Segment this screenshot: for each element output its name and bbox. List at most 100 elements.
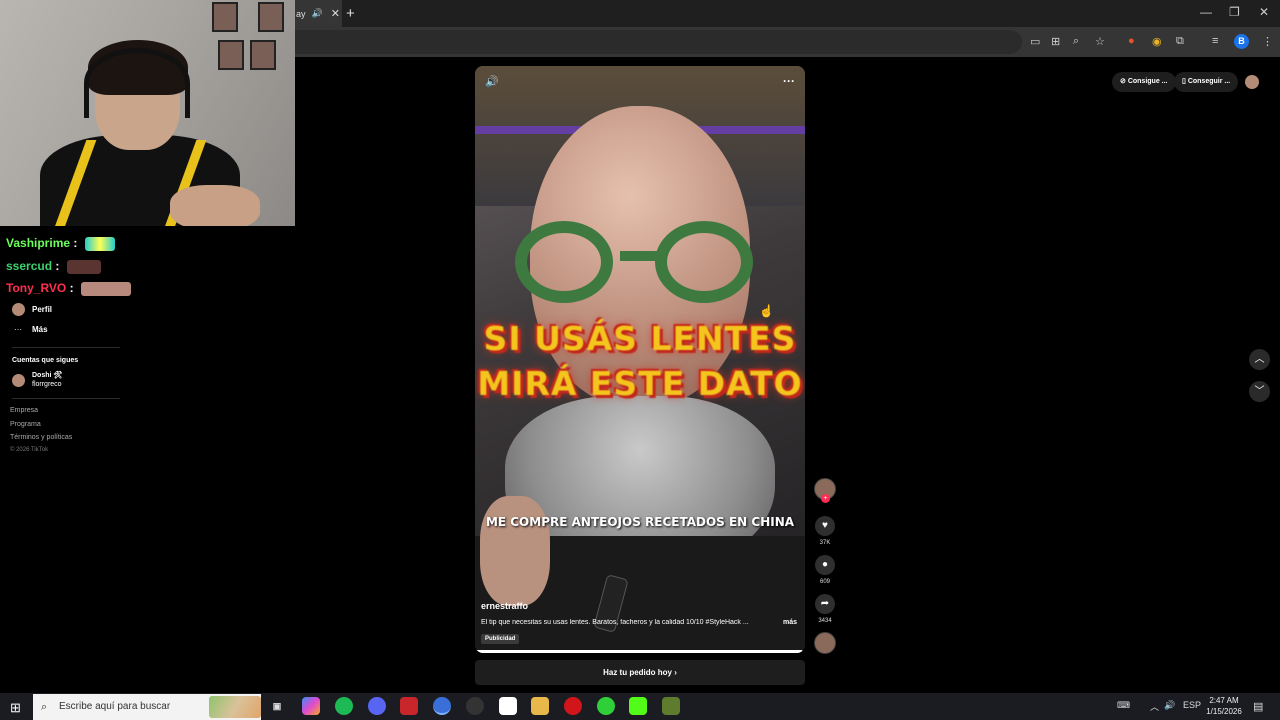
following-title: Cuentas que sigues	[12, 357, 79, 364]
get-coins-button[interactable]: ⊘ Consigue ...	[1112, 72, 1176, 92]
ad-badge: Publicidad	[481, 634, 520, 644]
progress-fill	[475, 650, 802, 653]
minimize-icon[interactable]: —	[1200, 5, 1212, 19]
previous-video-button[interactable]: ︿	[1249, 349, 1270, 370]
minecraft-icon[interactable]	[662, 697, 680, 715]
share-icon: ➦	[815, 594, 835, 614]
footer-link-terms[interactable]: Términos y políticas	[10, 434, 72, 441]
coin-icon: ⊘	[1120, 78, 1126, 85]
comment-count: 609	[819, 579, 830, 585]
sidebar-item-more[interactable]: ··· Más	[12, 325, 48, 334]
zoom-icon[interactable]: ⌕	[1073, 35, 1079, 48]
chat-message: Tony_RVO :	[6, 281, 131, 296]
sidebar-item-label: Perfil	[32, 305, 53, 314]
close-tab-icon[interactable]: ✕	[331, 7, 340, 20]
more-options-icon[interactable]: ···	[783, 74, 795, 88]
user-avatar[interactable]	[1245, 75, 1259, 89]
share-button[interactable]: ➦ 3434	[814, 594, 836, 624]
comment-icon: ●	[815, 555, 835, 575]
footer-link-empresa[interactable]: Empresa	[10, 407, 38, 414]
emote-image	[80, 281, 131, 296]
chrome-icon[interactable]	[433, 697, 451, 715]
tab-title: ay	[296, 8, 306, 19]
discord-icon[interactable]	[368, 697, 386, 715]
windows-taskbar: ⊞ ⌕ Escribe aquí para buscar ▣ ⌨ ︿ 🔊 ESP…	[0, 693, 1280, 720]
media-icon[interactable]: ≡	[1212, 35, 1218, 47]
app-icon[interactable]	[499, 697, 517, 715]
streaming-app-icon[interactable]	[597, 697, 615, 715]
active-tab[interactable]: ay 🔊 ✕	[294, 0, 342, 27]
video-caption-line1: SI USÁS LENTES	[483, 319, 797, 358]
chat-user: Vashiprime	[6, 236, 71, 250]
obs-icon[interactable]	[466, 697, 484, 715]
profile-avatar[interactable]: B	[1234, 34, 1249, 49]
webcam-overlay	[0, 0, 295, 226]
video-author[interactable]: ernestraffo	[481, 601, 528, 611]
volume-icon[interactable]: 🔊	[485, 75, 499, 88]
more-link[interactable]: más	[783, 619, 797, 626]
extension-fox-icon[interactable]: ●	[1128, 35, 1135, 47]
volume-icon[interactable]: 🔊	[1164, 700, 1175, 711]
windows-start-icon[interactable]: ⊞	[10, 700, 21, 716]
opera-icon[interactable]	[564, 697, 582, 715]
kick-icon[interactable]	[629, 697, 647, 715]
next-video-button[interactable]: ﹀	[1249, 381, 1270, 402]
cta-label: Haz tu pedido hoy	[603, 668, 672, 677]
account-handle: florrgreco	[32, 381, 62, 388]
clock-time: 2:47 AM	[1209, 696, 1239, 705]
copilot-icon[interactable]	[302, 697, 320, 715]
video-editor-icon[interactable]	[400, 697, 418, 715]
following-account[interactable]: Doshi 🛠 florrgreco	[12, 371, 62, 389]
comment-button[interactable]: ● 609	[814, 555, 836, 585]
avatar	[12, 373, 25, 387]
chevron-up-icon[interactable]: ︿	[1150, 700, 1159, 713]
video-player[interactable]: SI USÁS LENTES MIRÁ ESTE DATO ME COMPRE …	[475, 66, 805, 653]
task-view-icon[interactable]: ▣	[268, 697, 286, 715]
chat-user: ssercud	[6, 259, 53, 273]
new-tab-button[interactable]: +	[346, 5, 355, 22]
sidebar-item-profile[interactable]: Perfil	[12, 303, 52, 316]
spotify-icon[interactable]	[335, 697, 353, 715]
pill-label: Consigue ...	[1127, 78, 1168, 85]
search-highlight-image	[209, 696, 261, 718]
order-cta-button[interactable]: Haz tu pedido hoy ›	[475, 660, 805, 685]
system-clock[interactable]: 2:47 AM 1/15/2026	[1198, 695, 1250, 717]
chevron-right-icon: ›	[674, 668, 677, 677]
star-icon[interactable]: ☆	[1095, 35, 1105, 48]
translate-icon[interactable]: ⊞	[1051, 35, 1060, 48]
file-explorer-icon[interactable]	[531, 697, 549, 715]
pill-label: Conseguir ...	[1187, 78, 1231, 85]
speaker-icon[interactable]: 🔊	[312, 8, 323, 19]
copyright: © 2026 TikTok	[10, 447, 49, 453]
chat-message: Vashiprime :	[6, 236, 115, 251]
cast-icon[interactable]: ▭	[1030, 35, 1040, 48]
avatar	[12, 303, 25, 316]
restore-icon[interactable]: ❐	[1229, 5, 1240, 19]
sidebar-item-label: Más	[32, 325, 48, 334]
extension-color-icon[interactable]: ◉	[1152, 35, 1162, 48]
puzzle-icon[interactable]: ⧉	[1176, 35, 1184, 48]
search-placeholder: Escribe aquí para buscar	[59, 701, 171, 712]
creator-avatar-button[interactable]: +	[814, 478, 836, 503]
taskbar-search[interactable]: ⌕ Escribe aquí para buscar	[33, 694, 261, 720]
notification-icon[interactable]: ▤	[1253, 700, 1263, 713]
share-count: 3434	[818, 618, 832, 624]
chat-user: Tony_RVO	[6, 281, 67, 295]
emote-image	[84, 236, 115, 251]
account-name: Doshi 🛠	[32, 372, 63, 379]
phone-icon: ▯	[1182, 78, 1186, 85]
footer-link-programa[interactable]: Programa	[10, 421, 41, 428]
sound-disc-button[interactable]	[814, 632, 836, 654]
menu-icon[interactable]: ⋮	[1262, 35, 1273, 48]
heart-icon: ♥	[815, 516, 835, 536]
video-progress-bar[interactable]	[475, 650, 805, 653]
keyboard-icon[interactable]: ⌨	[1117, 700, 1130, 711]
search-icon: ⌕	[41, 701, 48, 713]
follow-plus-icon[interactable]: +	[821, 494, 830, 503]
emote-image	[66, 259, 101, 274]
video-subtitle: ME COMPRE ANTEOJOS RECETADOS EN CHINA	[485, 515, 795, 529]
get-app-button[interactable]: ▯ Conseguir ...	[1174, 72, 1239, 92]
window-close-icon[interactable]: ✕	[1259, 5, 1269, 19]
like-button[interactable]: ♥ 37K	[814, 516, 836, 546]
music-disc-icon	[814, 632, 836, 654]
